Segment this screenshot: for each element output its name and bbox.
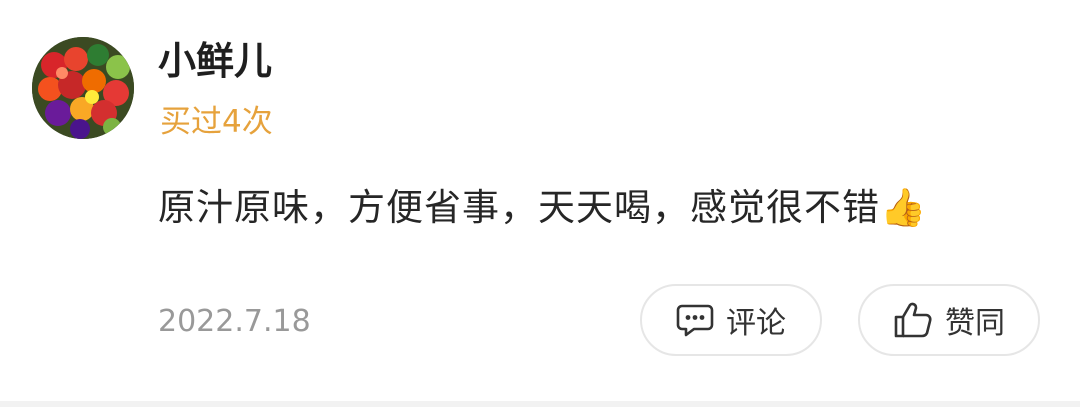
comment-bubble-icon (676, 303, 714, 337)
review-date: 2022.7.18 (158, 304, 311, 339)
comment-label: 评论 (726, 306, 786, 341)
like-label: 赞同 (945, 306, 1005, 341)
review-card: 小鲜儿 买过4次 原汁原味，方便省事，天天喝，感觉很不错👍 2022.7.18 … (0, 0, 1080, 407)
comment-button[interactable]: 评论 (640, 284, 822, 356)
user-avatar[interactable] (32, 37, 134, 139)
thumbs-up-icon (893, 301, 933, 339)
purchase-count-badge: 买过4次 (160, 104, 273, 140)
username[interactable]: 小鲜儿 (158, 36, 272, 86)
like-button[interactable]: 赞同 (858, 284, 1040, 356)
review-text: 原汁原味，方便省事，天天喝，感觉很不错👍 (158, 186, 928, 229)
vegetables-avatar-icon (32, 37, 134, 139)
divider (0, 401, 1080, 407)
